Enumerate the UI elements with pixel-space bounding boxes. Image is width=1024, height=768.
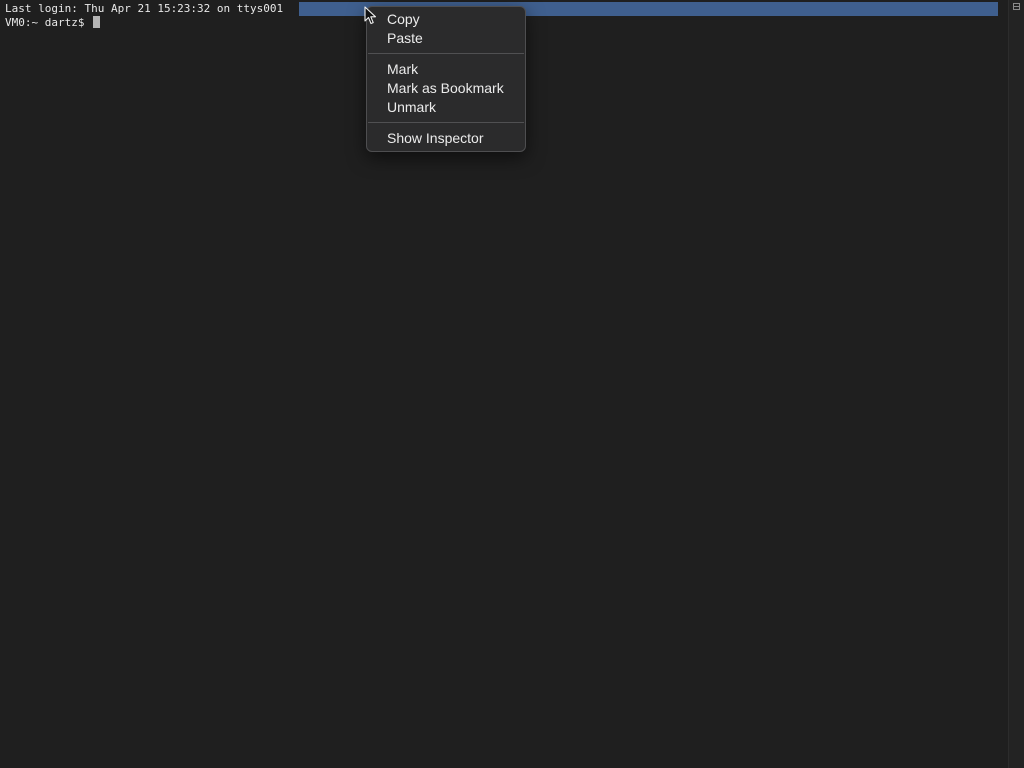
terminal-window: Last login: Thu Apr 21 15:23:32 on ttys0… [0, 0, 1024, 768]
menu-item-show-inspector[interactable]: Show Inspector [367, 129, 525, 148]
menu-item-copy[interactable]: Copy [367, 10, 525, 29]
menu-separator [368, 53, 524, 54]
menu-item-mark-as-bookmark[interactable]: Mark as Bookmark [367, 79, 525, 98]
scrollbar[interactable] [1008, 0, 1024, 768]
menu-item-mark[interactable]: Mark [367, 60, 525, 79]
menu-item-unmark[interactable]: Unmark [367, 98, 525, 117]
context-menu: Copy Paste Mark Mark as Bookmark Unmark … [366, 6, 526, 152]
last-login-line: Last login: Thu Apr 21 15:23:32 on ttys0… [5, 2, 284, 15]
prompt-line[interactable]: VM0:~ dartz$ [5, 16, 101, 30]
menu-separator [368, 122, 524, 123]
menu-item-paste[interactable]: Paste [367, 29, 525, 48]
split-pane-icon[interactable] [1013, 3, 1020, 10]
mouse-pointer-icon [364, 6, 377, 25]
prompt-text: VM0:~ dartz$ [5, 16, 92, 29]
text-cursor [93, 16, 101, 28]
